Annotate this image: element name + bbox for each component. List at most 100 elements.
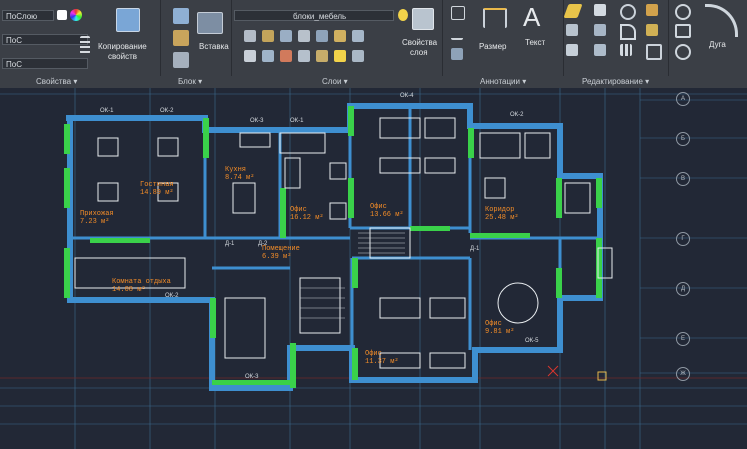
layer-properties-label-1[interactable]: Свойства	[402, 38, 437, 47]
arc-icon[interactable]	[705, 4, 738, 37]
create-block-icon[interactable]	[173, 8, 189, 24]
linetype-dropdown[interactable]: ПоС	[2, 34, 88, 45]
layer-freeze-icon[interactable]	[244, 30, 256, 42]
ribbon: ПоСлою ПоС ПоС Копирование свойств Свойс…	[0, 0, 747, 89]
axis-bubble: Д	[676, 282, 690, 296]
array-icon[interactable]	[620, 44, 632, 56]
layer-merge-icon[interactable]	[262, 50, 274, 62]
room-name: Комната отдыха	[112, 278, 171, 286]
match-properties-label-2[interactable]: свойств	[108, 52, 137, 61]
room-name: Офис	[485, 320, 502, 328]
color-wheel-icon[interactable]	[70, 9, 82, 21]
rotate-icon[interactable]	[620, 4, 636, 20]
window-tag: ОК-2	[510, 112, 524, 118]
insert-label[interactable]: Вставка	[199, 42, 229, 51]
layer-copy-icon[interactable]	[298, 50, 310, 62]
properties-panel-label[interactable]: Свойства ▾	[36, 76, 96, 88]
offset-icon[interactable]	[646, 44, 662, 60]
layer-match-icon[interactable]	[316, 30, 328, 42]
table-icon[interactable]	[451, 6, 465, 20]
room-area: 14.89 м²	[140, 189, 174, 197]
window-tag: ОК-4	[400, 93, 414, 99]
drawing-canvas[interactable]: Кухня 8.74 м² Гостиная 14.89 м² Прихожая…	[0, 88, 747, 449]
markup-icon[interactable]	[451, 48, 463, 60]
copy-icon[interactable]	[566, 24, 578, 36]
edit-block-icon[interactable]	[173, 30, 189, 46]
layer-off-icon[interactable]	[262, 30, 274, 42]
room-name: Офис	[370, 203, 387, 211]
color-value: ПоСлою	[6, 12, 38, 21]
layer-thaw-icon[interactable]	[316, 50, 328, 62]
modify-panel	[563, 0, 669, 76]
window-tag: ОК-2	[165, 293, 179, 299]
room-name: Помещение	[262, 245, 300, 253]
room-name: Кухня	[225, 166, 247, 174]
room-area: 14.08 м²	[112, 286, 146, 294]
color-dropdown[interactable]: ПоСлою	[2, 10, 54, 21]
layer-unlock-icon[interactable]	[352, 50, 364, 62]
mirror-icon[interactable]	[594, 24, 606, 36]
room-area: 7.23 м²	[80, 218, 110, 226]
trim-icon[interactable]	[646, 4, 658, 16]
layer-lock-icon[interactable]	[298, 30, 310, 42]
hatch-icon[interactable]	[675, 44, 691, 60]
erase-icon[interactable]	[563, 4, 583, 18]
block-panel-title: Блок	[178, 77, 196, 86]
layer-dropdown[interactable]: блоки_мебель	[234, 10, 394, 21]
axis-bubble: Г	[676, 232, 690, 246]
room-name: Коридор	[485, 206, 515, 214]
modify-panel-title: Редактирование	[582, 77, 643, 86]
text-icon[interactable]: A	[523, 4, 547, 30]
dimension-label[interactable]: Размер	[479, 42, 507, 51]
attribute-icon[interactable]	[173, 52, 189, 68]
room-name: Прихожая	[80, 210, 114, 218]
block-panel-label[interactable]: Блок ▾	[178, 76, 218, 88]
modify-panel-label[interactable]: Редактирование ▾	[582, 76, 662, 88]
layer-delete-icon[interactable]	[280, 50, 292, 62]
window-tag: ОК-5	[525, 338, 539, 344]
layer-walk-icon[interactable]	[244, 50, 256, 62]
layer-on-icon[interactable]	[334, 50, 346, 62]
room-area: 11.37 м²	[365, 358, 399, 366]
window-tag: ОК-2	[160, 108, 174, 114]
match-properties-label-1[interactable]: Копирование	[98, 42, 147, 51]
arc-label[interactable]: Дуга	[709, 40, 726, 49]
room-area: 16.12 м²	[290, 214, 324, 222]
layer-unisolate-icon[interactable]	[352, 30, 364, 42]
fillet-icon[interactable]	[620, 24, 636, 40]
room-area: 8.74 м²	[225, 174, 255, 182]
axis-bubble: Б	[676, 132, 690, 146]
circle-icon[interactable]	[675, 4, 691, 20]
lineweight-dropdown[interactable]: ПоС	[2, 58, 88, 69]
text-label[interactable]: Текст	[525, 38, 545, 47]
current-layer-value: блоки_мебель	[293, 12, 347, 21]
insert-block-icon[interactable]	[197, 12, 223, 34]
bulb-icon[interactable]	[398, 9, 408, 21]
explode-icon[interactable]	[646, 24, 658, 36]
annotation-panel-label[interactable]: Аннотации ▾	[480, 76, 540, 88]
dimension-icon[interactable]	[483, 8, 507, 28]
scale-icon[interactable]	[594, 44, 606, 56]
stretch-icon[interactable]	[566, 44, 578, 56]
leader-icon[interactable]	[451, 26, 463, 40]
move-icon[interactable]	[594, 4, 606, 16]
layer-properties-label-2[interactable]: слоя	[410, 48, 428, 57]
layers-panel-label[interactable]: Слои ▾	[322, 76, 362, 88]
window-tag: ОК-3	[250, 118, 264, 124]
window-tag: ОК-1	[290, 118, 304, 124]
rectangle-icon[interactable]	[675, 24, 691, 38]
layer-properties-icon[interactable]	[412, 8, 434, 30]
lineweight-value: ПоС	[6, 60, 22, 69]
layer-previous-icon[interactable]	[334, 30, 346, 42]
door-tag: Д-1	[470, 246, 480, 252]
room-area: 9.81 м²	[485, 328, 515, 336]
list-icon[interactable]	[80, 36, 90, 54]
layer-isolate-icon[interactable]	[280, 30, 292, 42]
layers-panel-title: Слои	[322, 77, 342, 86]
match-properties-icon[interactable]	[116, 8, 140, 32]
room-area: 6.39 м²	[262, 253, 292, 261]
axis-bubble: Ж	[676, 367, 690, 381]
annotation-panel: Размер A Текст	[443, 0, 564, 76]
room-name: Офис	[365, 350, 382, 358]
axis-bubble: Е	[676, 332, 690, 346]
